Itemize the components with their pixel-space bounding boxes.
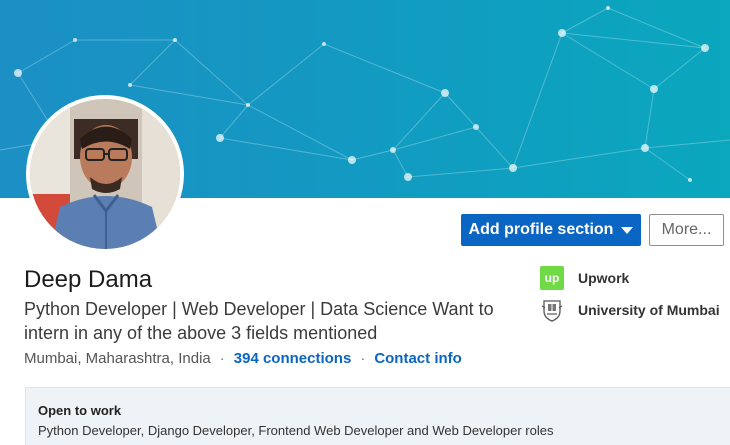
profile-location: Mumbai, Maharashtra, India: [24, 350, 211, 367]
university-crest-icon: [540, 298, 564, 322]
add-profile-section-label: Add profile section: [468, 221, 614, 238]
meta-separator: ·: [360, 350, 366, 367]
experience-name: University of Mumbai: [578, 302, 720, 318]
profile-photo[interactable]: [26, 95, 184, 253]
experience-name: Upwork: [578, 270, 630, 286]
more-button[interactable]: More...: [649, 214, 724, 246]
meta-separator: ·: [219, 350, 225, 367]
profile-name: Deep Dama: [24, 266, 153, 293]
profile-card: Add profile section More... Deep Dama Py…: [0, 0, 730, 445]
upwork-logo-icon: up: [540, 266, 564, 290]
contact-info-link[interactable]: Contact info: [374, 350, 462, 367]
experience-item-university[interactable]: University of Mumbai: [540, 298, 720, 322]
open-to-work-box[interactable]: Open to work Python Developer, Django De…: [25, 387, 730, 445]
profile-meta: Mumbai, Maharashtra, India · 394 connect…: [24, 350, 462, 367]
open-to-work-title: Open to work: [38, 403, 122, 418]
open-to-work-roles: Python Developer, Django Developer, Fron…: [38, 423, 554, 438]
connections-link[interactable]: 394 connections: [234, 350, 352, 367]
experience-item-upwork[interactable]: up Upwork: [540, 266, 629, 290]
add-profile-section-button[interactable]: Add profile section: [461, 214, 641, 246]
profile-headline: Python Developer | Web Developer | Data …: [24, 299, 494, 343]
avatar-photo-illustration: [30, 99, 180, 249]
caret-down-icon: [621, 226, 634, 234]
